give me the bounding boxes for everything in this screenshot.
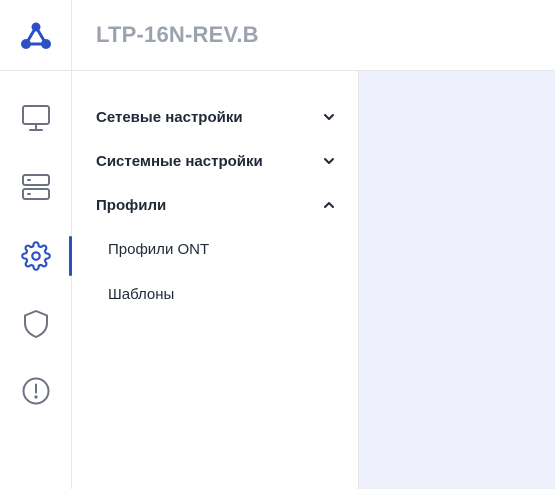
alert-circle-icon bbox=[22, 377, 50, 405]
menu-section-system[interactable]: Системные настройки bbox=[72, 145, 359, 177]
menu-item-label: Профили ONT bbox=[108, 240, 210, 258]
menu-section-label: Системные настройки bbox=[96, 152, 263, 170]
menu-item-ont-profiles[interactable]: Профили ONT bbox=[72, 234, 359, 264]
menu-section-network[interactable]: Сетевые настройки bbox=[72, 101, 359, 133]
chevron-down-icon bbox=[324, 114, 334, 120]
top-bar: LTP-16N-REV.B bbox=[0, 0, 555, 71]
menu-section-profiles[interactable]: Профили bbox=[72, 189, 359, 221]
rail-item-monitoring[interactable] bbox=[0, 96, 72, 140]
rail-item-devices[interactable] bbox=[0, 165, 72, 209]
device-title: LTP-16N-REV.B bbox=[96, 22, 259, 47]
network-nodes-icon bbox=[20, 22, 51, 49]
server-icon bbox=[22, 174, 50, 200]
monitor-icon bbox=[22, 105, 50, 131]
shield-icon bbox=[24, 310, 48, 338]
menu-item-label: Шаблоны bbox=[108, 285, 175, 303]
gear-icon bbox=[21, 241, 51, 271]
logo-cell[interactable] bbox=[0, 0, 72, 71]
icon-rail bbox=[0, 71, 72, 489]
menu-section-label: Сетевые настройки bbox=[96, 108, 243, 126]
menu-section-label: Профили bbox=[96, 196, 167, 214]
menu-item-templates[interactable]: Шаблоны bbox=[72, 279, 359, 309]
main-content bbox=[359, 71, 555, 489]
rail-item-settings[interactable] bbox=[0, 234, 72, 278]
chevron-down-icon bbox=[324, 158, 334, 164]
rail-item-security[interactable] bbox=[0, 302, 72, 346]
settings-menu: Сетевые настройки Системные настройки Пр… bbox=[72, 71, 359, 489]
rail-item-alerts[interactable] bbox=[0, 369, 72, 413]
chevron-up-icon bbox=[324, 202, 334, 208]
